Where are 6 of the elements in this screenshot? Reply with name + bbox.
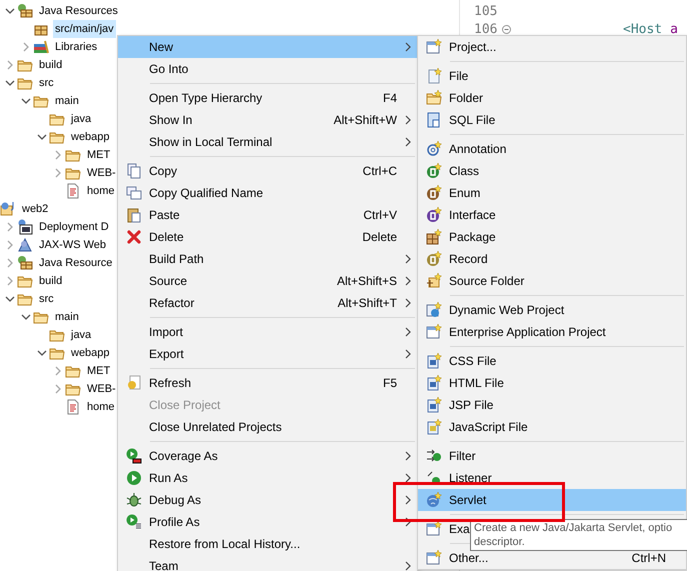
code-token: a [670,22,678,36]
code-token: <Host [623,22,662,36]
line-number: 105 [474,4,498,18]
line-number: 106 [474,22,498,36]
tooltip-text: Create a new Java/Jakarta Servlet, optio [474,521,674,535]
tooltip-text: descriptor. [474,535,526,549]
